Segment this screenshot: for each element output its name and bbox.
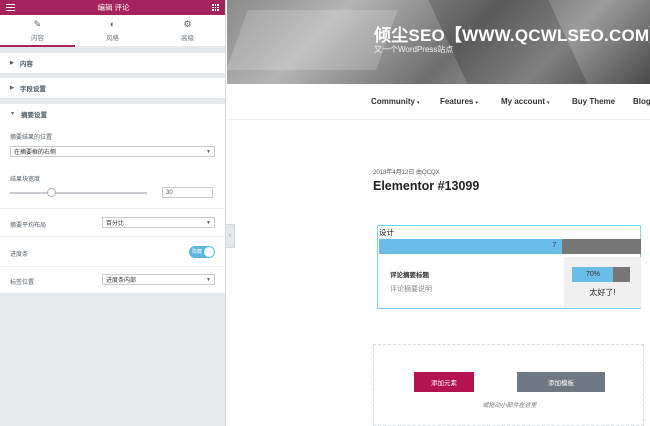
nav-item-community[interactable]: Community ▾	[371, 97, 420, 106]
tab-style[interactable]: ◐ 风格	[75, 15, 150, 46]
select-value: 进度条内部	[106, 278, 137, 284]
nav-label: Blog	[633, 97, 650, 106]
nav-label: Buy Theme	[572, 97, 616, 106]
summary-position-label: 摘要结果的位置	[10, 135, 53, 141]
caret-right-icon: ▶	[10, 85, 14, 91]
average-layout-select[interactable]: 百分比 ▼	[102, 217, 215, 228]
criteria-score: 7	[552, 242, 557, 249]
nav-item-my-account[interactable]: My account ▾	[501, 97, 550, 106]
chevron-down-icon: ▾	[475, 100, 478, 106]
nav-label: My account	[501, 97, 546, 106]
tab-label: 风格	[106, 34, 119, 42]
select-value: 在摘要框的右侧	[14, 150, 57, 156]
criteria-title: 设计	[379, 228, 394, 237]
site-header-banner: 倾尘SEO【WWW.QCWLSEO.COM】 又一个WordPress站点	[227, 0, 650, 84]
drag-hint: 或拖动小部件在这里	[482, 403, 537, 409]
result-width-slider[interactable]	[10, 192, 147, 194]
section-title: 内容	[19, 61, 33, 68]
progress-bar-toggle[interactable]: 隐藏	[189, 246, 215, 258]
select-value: 百分比	[106, 221, 125, 227]
result-width-label: 结果块宽度	[10, 177, 41, 183]
nav-label: Community	[371, 97, 415, 106]
section-content[interactable]: ▶ 内容	[0, 53, 225, 73]
chevron-down-icon: ▼	[206, 149, 211, 155]
toggle-knob	[204, 247, 214, 257]
post-title[interactable]: Elementor #13099	[373, 179, 479, 193]
section-title: 字段设置	[19, 86, 46, 93]
add-template-button[interactable]: 添加模板	[517, 372, 605, 392]
tab-label: 高级	[181, 34, 194, 42]
criteria-progress-fill	[379, 239, 563, 254]
nav-item-buy-theme[interactable]: Buy Theme	[572, 97, 615, 106]
summary-percent: 70%	[585, 271, 600, 278]
pencil-icon: ✎	[33, 18, 42, 29]
chevron-left-icon: ‹	[229, 233, 231, 239]
slider-handle[interactable]	[47, 188, 57, 197]
widgets-grid-icon[interactable]	[212, 4, 219, 11]
section-field-settings[interactable]: ▶ 字段设置	[0, 78, 225, 98]
divider	[0, 208, 225, 209]
caret-down-icon: ▼	[10, 111, 15, 117]
section-summary-settings[interactable]: ▼ 摘要设置	[0, 104, 225, 124]
tab-advanced[interactable]: ⚙ 高级	[150, 15, 225, 46]
progress-bar-label: 进度条	[10, 252, 29, 258]
add-section-area: 添加元素 添加模板 或拖动小部件在这里	[373, 344, 644, 426]
tab-label: 内容	[31, 34, 44, 42]
divider	[0, 236, 225, 237]
site-description: 又一个WordPress站点	[374, 45, 454, 54]
review-widget[interactable]: 设计 7 评论摘要标题 评论摘要说明 70% 太好了!	[377, 225, 641, 309]
tab-content[interactable]: ✎ 内容	[0, 15, 75, 47]
label-position-select[interactable]: 进度条内部 ▼	[102, 274, 215, 285]
summary-progress-bar: 70%	[572, 267, 630, 282]
main-navigation: Community ▾ Features ▾ My account ▾ Buy The…	[227, 84, 650, 120]
divider	[0, 266, 225, 267]
chevron-down-icon: ▾	[547, 100, 550, 106]
banner-decoration	[227, 10, 398, 70]
average-layout-label: 摘要平均布局	[10, 223, 47, 229]
chevron-down-icon: ▼	[206, 277, 211, 283]
panel-header: 编辑 评论	[0, 0, 225, 15]
summary-controls: 摘要结果的位置 在摘要框的右侧 ▼ 结果块宽度 30 摘要平均布局 百分比 ▼ …	[0, 124, 225, 293]
collapse-panel-button[interactable]: ‹	[226, 224, 235, 248]
editor-panel: 编辑 评论 ✎ 内容 ◐ 风格 ⚙ 高级 ▶ 内容 ▶ 字段设置 ▼ 摘要设置 …	[0, 0, 226, 426]
section-title: 摘要设置	[20, 112, 47, 119]
nav-item-features[interactable]: Features ▾	[440, 97, 478, 106]
post-meta: 2018年4月12日 由QCQX	[373, 170, 440, 176]
menu-icon[interactable]	[6, 4, 15, 11]
add-element-button[interactable]: 添加元素	[414, 372, 474, 392]
panel-title: 编辑 评论	[97, 3, 130, 12]
caret-right-icon: ▶	[10, 60, 14, 66]
nav-label: Features	[440, 97, 474, 106]
toggle-text: 隐藏	[192, 249, 203, 255]
summary-verdict: 太好了!	[589, 288, 616, 297]
site-title[interactable]: 倾尘SEO【WWW.QCWLSEO.COM】	[374, 21, 650, 46]
gear-icon: ⚙	[183, 18, 192, 29]
summary-description: 评论摘要说明	[390, 286, 432, 293]
label-position-label: 标签位置	[10, 280, 35, 286]
summary-position-select[interactable]: 在摘要框的右侧 ▼	[10, 146, 215, 157]
chevron-down-icon: ▾	[417, 100, 420, 106]
half-circle-icon: ◐	[109, 18, 116, 29]
summary-title: 评论摘要标题	[390, 272, 429, 279]
chevron-down-icon: ▼	[206, 220, 211, 226]
summary-result-box: 70% 太好了!	[564, 257, 641, 308]
panel-tabs: ✎ 内容 ◐ 风格 ⚙ 高级	[0, 15, 225, 47]
criteria-progress-bar: 7	[379, 239, 641, 254]
input-value: 30	[166, 189, 173, 196]
review-summary: 评论摘要标题 评论摘要说明 70% 太好了!	[379, 257, 641, 308]
result-width-input[interactable]: 30	[162, 187, 213, 198]
nav-item-blog[interactable]: Blog	[633, 97, 650, 106]
